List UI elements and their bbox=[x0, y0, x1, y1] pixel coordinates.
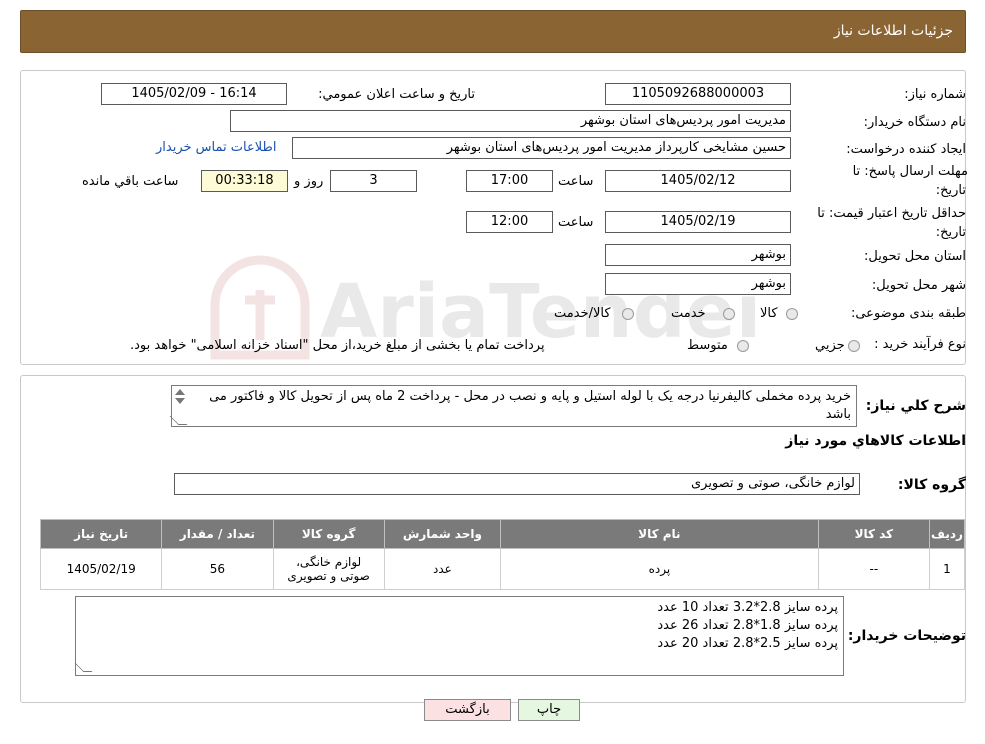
process-label: نوع فرآيند خريد : bbox=[874, 337, 966, 352]
need-number-label: شماره نیاز: bbox=[904, 87, 966, 102]
cell-row: 1 bbox=[928, 548, 966, 590]
category-option-goods: کالا bbox=[760, 306, 778, 321]
deadline-date-field: 1405/02/12 bbox=[605, 170, 791, 192]
deadline-label-2: تاریخ: bbox=[935, 183, 966, 198]
col-code-header: کد کالا bbox=[817, 519, 930, 549]
items-table-header: رديف کد کالا نام کالا واحد شمارش گروه کا… bbox=[39, 519, 966, 549]
validity-label-2: تاریخ: bbox=[935, 225, 966, 240]
items-table: رديف کد کالا نام کالا واحد شمارش گروه کا… bbox=[39, 519, 966, 590]
validity-time-field: 12:00 bbox=[466, 211, 553, 233]
scroll-up-icon[interactable] bbox=[175, 389, 185, 395]
col-date-header: تاریخ نیاز bbox=[39, 519, 163, 549]
category-radio-service[interactable] bbox=[723, 308, 735, 320]
cell-date: 1405/02/19 bbox=[39, 548, 163, 590]
announce-label: تاریخ و ساعت اعلان عمومي: bbox=[318, 87, 475, 102]
deadline-time-field: 17:00 bbox=[466, 170, 553, 192]
validity-date-field: 1405/02/19 bbox=[605, 211, 791, 233]
process-note: پرداخت تمام یا بخشی از مبلغ خرید،از محل … bbox=[130, 338, 545, 353]
category-option-service: خدمت bbox=[671, 306, 706, 321]
page-header: جزئیات اطلاعات نیاز bbox=[20, 10, 966, 53]
city-label: شهر محل تحويل: bbox=[871, 278, 966, 293]
category-label: طبقه بندی موضوعی: bbox=[850, 306, 966, 321]
back-button[interactable]: بازگشت bbox=[424, 699, 511, 721]
buyer-notes-line: پرده سایز 2.8*3.2 تعداد 10 عدد bbox=[657, 600, 838, 615]
process-radio-medium[interactable] bbox=[737, 340, 749, 352]
scroll-down-icon[interactable] bbox=[175, 398, 185, 404]
buyer-notes-line: پرده سایز 2.5*2.8 تعداد 20 عدد bbox=[657, 636, 838, 651]
table-row: 1 -- پرده عدد لوازم خانگی، صوتی و تصویری… bbox=[39, 548, 966, 590]
col-qty-header: تعداد / مقدار bbox=[161, 519, 274, 549]
print-button[interactable]: چاپ bbox=[518, 699, 580, 721]
need-number-field: 1105092688000003 bbox=[605, 83, 791, 105]
cell-code: -- bbox=[817, 548, 930, 590]
process-radio-minor[interactable] bbox=[848, 340, 860, 352]
creator-field: حسین مشایخی کارپرداز مدیریت امور پردیس‌ه… bbox=[292, 137, 791, 159]
buyer-org-label: نام دستگاه خريدار: bbox=[863, 115, 966, 130]
deadline-time-label: ساعت bbox=[558, 174, 594, 189]
goods-group-label: گروه کالا: bbox=[897, 477, 966, 493]
buyer-contact-link[interactable]: اطلاعات تماس خريدار bbox=[156, 140, 276, 155]
buyer-org-field: مدیریت امور پردیس‌های استان بوشهر bbox=[230, 110, 791, 132]
deadline-label: مهلت ارسال پاسخ: تا bbox=[852, 164, 968, 179]
validity-time-label: ساعت bbox=[558, 215, 594, 230]
buyer-notes-textarea[interactable]: پرده سایز 2.8*3.2 تعداد 10 عدد پرده سایز… bbox=[75, 596, 844, 676]
process-option-medium: متوسط bbox=[687, 338, 728, 353]
buyer-notes-label: توضيحات خريدار: bbox=[847, 628, 966, 644]
days-field: 3 bbox=[330, 170, 417, 192]
col-row-header: رديف bbox=[928, 519, 966, 549]
validity-label: حداقل تاريخ اعتبار قيمت: تا bbox=[817, 206, 966, 221]
remaining-label: ساعت باقي مانده bbox=[82, 174, 179, 189]
remaining-time-field: 00:33:18 bbox=[201, 170, 288, 192]
goods-group-field: لوازم خانگی، صوتی و تصویری bbox=[174, 473, 860, 495]
buyer-notes-line: پرده سایز 1.8*2.8 تعداد 26 عدد bbox=[657, 618, 838, 633]
process-option-minor: جزيي bbox=[815, 338, 845, 353]
cell-unit: عدد bbox=[383, 548, 502, 590]
days-label: روز و bbox=[294, 174, 324, 189]
col-unit-header: واحد شمارش bbox=[383, 519, 502, 549]
city-field: بوشهر bbox=[605, 273, 791, 295]
cell-name: پرده bbox=[500, 548, 819, 590]
category-radio-goods[interactable] bbox=[786, 308, 798, 320]
category-option-goods-service: کالا/خدمت bbox=[554, 306, 611, 321]
announce-field: 1405/02/09 - 16:14 bbox=[101, 83, 287, 105]
description-label: شرح کلي نياز: bbox=[865, 398, 966, 414]
province-field: بوشهر bbox=[605, 244, 791, 266]
page-title: جزئیات اطلاعات نیاز bbox=[833, 23, 953, 39]
description-scrollbar[interactable] bbox=[173, 388, 187, 410]
description-textarea[interactable]: خرید پرده مخملی کالیفرنیا درجه یک با لول… bbox=[171, 385, 857, 427]
col-name-header: نام کالا bbox=[500, 519, 819, 549]
col-group-header: گروه کالا bbox=[272, 519, 385, 549]
cell-group: لوازم خانگی، صوتی و تصویری bbox=[272, 548, 385, 590]
creator-label: ايجاد کننده درخواست: bbox=[846, 142, 966, 157]
items-section-title: اطلاعات کالاهاي مورد نياز bbox=[785, 433, 966, 449]
province-label: استان محل تحويل: bbox=[864, 249, 966, 264]
category-radio-goods-service[interactable] bbox=[622, 308, 634, 320]
cell-qty: 56 bbox=[161, 548, 274, 590]
